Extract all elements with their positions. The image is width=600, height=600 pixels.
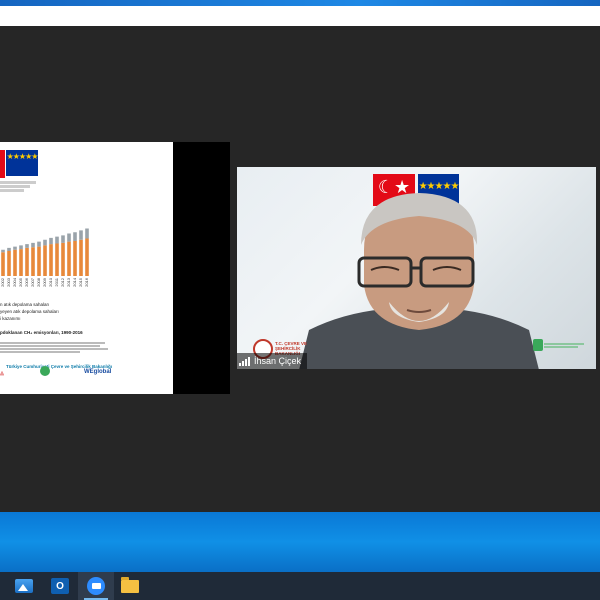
- x-tick-label: 2005: [18, 277, 23, 287]
- slide-figure-caption: pdoklanan CH₄ emisyonları, 1990-2016: [0, 330, 83, 335]
- slide-bar-chart: 2002 2003 2004 2005 2006 2007 2008 2009 2010 2011…: [0, 228, 89, 287]
- slide-logo-middle: [40, 366, 50, 376]
- slide-paragraph: [0, 341, 110, 354]
- participant-name-tag: İhsan Çiçek: [237, 353, 308, 369]
- legend-line-3: i kazanımı: [0, 316, 21, 321]
- taskbar: O: [0, 572, 600, 600]
- bar-2013-series-2: [67, 233, 71, 242]
- file-explorer-icon: [121, 576, 139, 593]
- x-tick-label: 2002: [0, 277, 5, 287]
- legend-line-2: yeyen atık depolama sahaları: [0, 309, 59, 314]
- bar-2015-series-1: [79, 239, 83, 276]
- bar-2004-series-2: [13, 246, 17, 250]
- bar-2008-series-2: [37, 241, 41, 247]
- bar-2004-series-1: [13, 249, 17, 276]
- project-logo-text: [544, 342, 592, 349]
- bar-2003-series-2: [7, 247, 11, 251]
- bar-2006-series-1: [25, 247, 29, 276]
- bar-2010-series-2: [49, 237, 53, 245]
- x-tick-label: 2010: [48, 277, 53, 287]
- bar-2015-series-2: [79, 230, 83, 240]
- project-logo-icon: [533, 339, 543, 351]
- outlook-icon: O: [51, 578, 69, 594]
- x-tick-label: 2008: [36, 277, 41, 287]
- bar-2016-series-2: [85, 228, 89, 239]
- bar-2003-series-1: [7, 251, 11, 276]
- desktop-wallpaper: [0, 512, 600, 572]
- bar-2011-series-1: [55, 243, 59, 276]
- bar-2010-series-1: [49, 244, 53, 276]
- x-tick-label: 2003: [6, 277, 11, 287]
- zoom-icon: [87, 577, 105, 595]
- bar-2009-series-1: [43, 245, 47, 276]
- x-tick-label: 2004: [12, 277, 17, 287]
- speaker-person: [299, 193, 539, 369]
- bar-2002-series-2: [1, 249, 5, 253]
- bar-2013-series-1: [67, 241, 71, 276]
- connection-signal-icon: [239, 356, 250, 366]
- bar-2014-series-2: [73, 232, 77, 241]
- taskbar-file-explorer-button[interactable]: [112, 572, 148, 600]
- slide-header-logo-text: [0, 180, 44, 193]
- x-tick-label: 2006: [24, 277, 29, 287]
- bar-2012-series-2: [61, 235, 65, 243]
- eu-flag-icon: ★★★★★: [6, 150, 38, 176]
- bar-2016-series-1: [85, 238, 89, 276]
- bar-2008-series-1: [37, 246, 41, 276]
- x-tick-label: 2013: [66, 277, 71, 287]
- x-tick-label: 2007: [30, 277, 35, 287]
- bar-2006-series-2: [25, 244, 29, 248]
- bar-2011-series-2: [55, 236, 59, 244]
- speaker-video-tile[interactable]: ☾★ ★★★★★ T.C. ÇEVRE VE ŞEHİRCİLİK BAKANL…: [237, 167, 596, 369]
- x-tick-label: 2012: [60, 277, 65, 287]
- bar-2009-series-2: [43, 239, 47, 246]
- x-tick-label: 2014: [72, 277, 77, 287]
- photos-icon: [15, 579, 33, 593]
- slide-logo-right: WEglobal: [84, 369, 112, 375]
- turkey-flag-icon: [0, 150, 5, 178]
- x-tick-label: 2015: [78, 277, 83, 287]
- window-title-bar: [0, 6, 600, 26]
- bar-2007-series-2: [31, 242, 35, 248]
- taskbar-photos-button[interactable]: [6, 572, 42, 600]
- x-tick-label: 2016: [84, 277, 89, 287]
- participant-name: İhsan Çiçek: [254, 356, 302, 366]
- taskbar-zoom-button[interactable]: [78, 572, 114, 600]
- legend-line-1: n atık depolama sahaları: [0, 302, 50, 307]
- bar-2002-series-1: [1, 252, 5, 276]
- x-tick-label: 2009: [42, 277, 47, 287]
- taskbar-outlook-button[interactable]: O: [42, 572, 78, 600]
- bar-2012-series-1: [61, 242, 65, 276]
- x-tick-label: 2011: [54, 277, 59, 286]
- bar-2005-series-1: [19, 249, 23, 276]
- bar-2014-series-1: [73, 241, 77, 276]
- slide-logo-left: ⁂: [0, 371, 4, 376]
- bar-2005-series-2: [19, 245, 23, 250]
- bar-2007-series-1: [31, 247, 35, 276]
